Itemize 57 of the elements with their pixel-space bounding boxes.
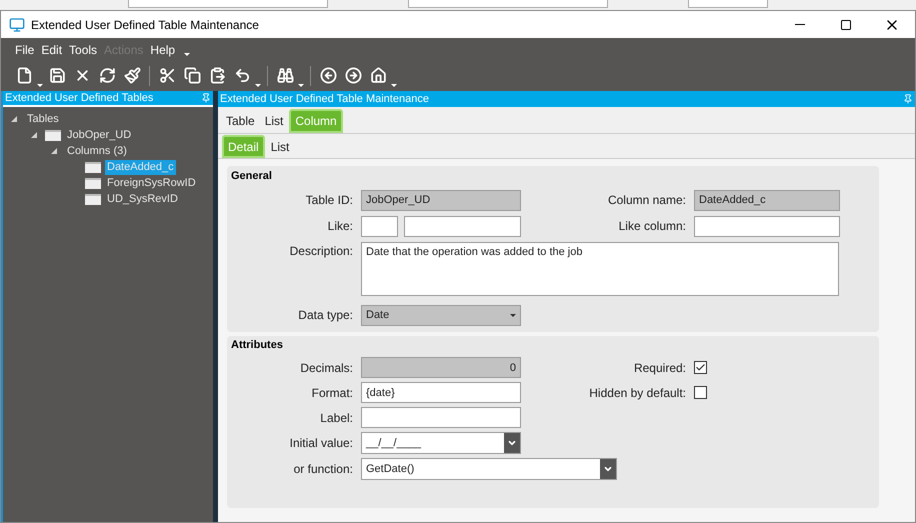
window-title: Extended User Defined Table Maintenance	[31, 16, 259, 34]
menu-item[interactable]: Help	[150, 41, 176, 59]
dropdown[interactable]: __/__/____	[361, 432, 521, 454]
text-field[interactable]	[361, 216, 398, 236]
field-label: Description:	[288, 242, 354, 260]
tab[interactable]: List	[260, 109, 288, 133]
caret-icon[interactable]	[184, 52, 190, 56]
tree-item[interactable]: Tables	[25, 112, 61, 126]
field-label: Like column:	[618, 218, 687, 235]
field-label: Required:	[632, 360, 687, 376]
dropdown[interactable]: Date	[361, 304, 521, 326]
tree-item[interactable]: UD_SysRevID	[105, 192, 180, 206]
field-label: Table ID:	[304, 192, 354, 209]
text-field[interactable]: JobOper_UD	[361, 190, 521, 210]
folder-icon	[45, 130, 61, 140]
caret-icon	[510, 314, 516, 316]
pin-icon[interactable]	[201, 93, 211, 103]
caret-icon	[603, 464, 613, 474]
folder-icon	[85, 162, 101, 172]
field-label: Hidden by default:	[588, 384, 687, 402]
text-field[interactable]	[361, 407, 521, 428]
field-label: Label:	[319, 410, 354, 426]
dropdown[interactable]: GetDate()	[361, 458, 617, 480]
text-field[interactable]: 0	[361, 357, 521, 378]
field-label: Data type:	[297, 307, 354, 324]
field-label: Like:	[326, 218, 354, 235]
field-label: Format:	[310, 384, 354, 402]
text-field[interactable]	[404, 216, 521, 236]
menu-item[interactable]: Edit	[41, 41, 62, 59]
menu-item[interactable]: File	[15, 41, 34, 59]
field-label: Decimals:	[299, 360, 354, 376]
checkbox[interactable]	[694, 361, 707, 374]
tree-item[interactable]: JobOper_UD	[65, 128, 134, 142]
folder-icon	[85, 178, 101, 188]
text-field[interactable]: {date}	[361, 382, 521, 403]
text-field[interactable]: DateAdded_c	[694, 190, 840, 210]
tree-item[interactable]: ForeignSysRowID	[105, 176, 198, 190]
panel-title: Extended User Defined Table Maintenance	[220, 92, 429, 107]
menu-item[interactable]: Tools	[69, 41, 98, 59]
folder-icon	[85, 194, 101, 204]
group-title: General	[230, 169, 273, 184]
minimize-icon	[795, 24, 805, 25]
tab[interactable]: List	[266, 135, 294, 158]
panel-title: Extended User Defined Tables	[5, 90, 154, 106]
field-label: or function:	[292, 461, 354, 478]
field-label: Initial value:	[288, 435, 354, 452]
text-field[interactable]	[694, 216, 840, 236]
description-field[interactable]: Date that the operation was added to the job	[361, 242, 839, 296]
group-title: Attributes	[230, 338, 284, 352]
tree-item[interactable]: Columns (3)	[65, 144, 129, 158]
field-label: Column name:	[606, 192, 687, 209]
maximize-icon	[840, 18, 852, 30]
caret-icon	[507, 438, 517, 448]
app-icon	[9, 16, 25, 32]
pin-icon[interactable]	[903, 94, 913, 104]
checkbox[interactable]	[694, 386, 707, 399]
tab[interactable]: Table	[222, 109, 259, 133]
